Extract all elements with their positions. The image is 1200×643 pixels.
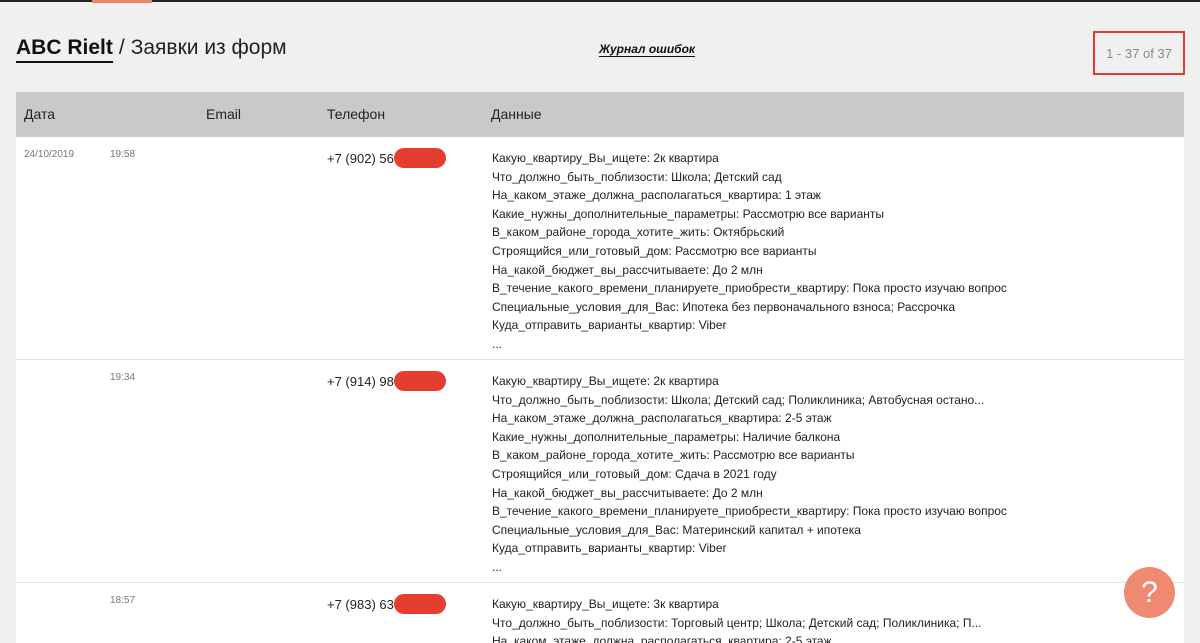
data-line: Специальные_условия_для_Вас: Материнский… — [492, 522, 861, 537]
breadcrumb-separator: / — [118, 36, 125, 59]
row-data: Какую_квартиру_Вы_ищете: 2к квартира Что… — [492, 149, 1007, 354]
row-time: 19:58 — [110, 149, 136, 160]
page: ABC Rielt / Заявки из форм Журнал ошибок… — [0, 0, 1200, 643]
data-line: На_каком_этаже_должна_располагаться_квар… — [492, 411, 832, 426]
row-data: Какую_квартиру_Вы_ищете: 3к квартира Что… — [492, 595, 981, 643]
data-line: На_каком_этаже_должна_располагаться_квар… — [492, 634, 832, 643]
breadcrumb: ABC Rielt / Заявки из форм — [16, 36, 287, 63]
data-more[interactable]: ... — [492, 558, 1007, 577]
page-title: Заявки из форм — [130, 36, 287, 59]
row-time: 19:34 — [110, 372, 136, 383]
data-line: Что_должно_быть_поблизости: Торговый цен… — [492, 615, 982, 630]
table-row[interactable]: 19:34 +7 (914) 98 Какую_квартиру_Вы_ищет… — [16, 360, 1184, 583]
table-body: 24/10/2019 19:58 +7 (902) 56 Какую_кварт… — [16, 137, 1184, 643]
data-more[interactable]: ... — [492, 335, 1007, 354]
data-line: На_каком_этаже_должна_располагаться_квар… — [492, 188, 821, 203]
pagination-text: 1 - 37 of 37 — [1106, 45, 1172, 61]
redaction-mark — [393, 594, 446, 614]
table-header: Дата Email Телефон Данные — [16, 92, 1184, 137]
data-line: Какую_квартиру_Вы_ищете: 2к квартира — [492, 374, 719, 388]
phone-number: +7 (914) 98 — [327, 373, 394, 389]
row-phone: +7 (914) 98 — [327, 371, 446, 391]
data-line: В_каком_районе_города_хотите_жить: Рассм… — [492, 448, 855, 463]
row-time: 18:57 — [110, 595, 136, 606]
data-line: Куда_отправить_варианты_квартир: Viber — [492, 541, 727, 556]
column-header-data[interactable]: Данные — [491, 106, 542, 122]
error-log-link[interactable]: Журнал ошибок — [599, 42, 696, 57]
pagination-counter: 1 - 37 of 37 — [1093, 31, 1185, 75]
data-line: Какие_нужны_дополнительные_параметры: На… — [492, 429, 841, 444]
data-line: Специальные_условия_для_Вас: Ипотека без… — [492, 299, 956, 314]
data-line: Что_должно_быть_поблизости: Школа; Детск… — [492, 392, 985, 407]
help-button[interactable]: ? — [1124, 567, 1175, 618]
question-mark-icon: ? — [1141, 575, 1158, 609]
row-date: 24/10/2019 — [24, 149, 75, 160]
data-line: Какую_квартиру_Вы_ищете: 2к квартира — [492, 151, 719, 165]
data-line: Какую_квартиру_Вы_ищете: 3к квартира — [492, 597, 719, 611]
redaction-mark — [393, 148, 446, 168]
row-phone: +7 (902) 56 — [327, 148, 446, 168]
brand-link[interactable]: ABC Rielt — [16, 36, 113, 63]
data-line: В_течение_какого_времени_планируете_прио… — [492, 504, 1007, 519]
redaction-mark — [393, 371, 446, 391]
data-line: В_каком_районе_города_хотите_жить: Октяб… — [492, 225, 785, 240]
column-header-date[interactable]: Дата — [24, 106, 55, 122]
row-phone: +7 (983) 63 — [327, 594, 446, 614]
header: ABC Rielt / Заявки из форм Журнал ошибок… — [0, 0, 1200, 92]
data-line: Строящийся_или_готовый_дом: Сдача в 2021… — [492, 466, 777, 481]
data-line: Куда_отправить_варианты_квартир: Viber — [492, 318, 727, 333]
data-line: Какие_нужны_дополнительные_параметры: Ра… — [492, 206, 884, 221]
data-line: В_течение_какого_времени_планируете_прио… — [492, 281, 1007, 296]
data-line: Строящийся_или_готовый_дом: Рассмотрю вс… — [492, 243, 817, 258]
row-data: Какую_квартиру_Вы_ищете: 2к квартира Что… — [492, 372, 1007, 577]
phone-number: +7 (902) 56 — [327, 150, 394, 166]
table-row[interactable]: 24/10/2019 19:58 +7 (902) 56 Какую_кварт… — [16, 137, 1184, 360]
column-header-email[interactable]: Email — [206, 106, 241, 122]
data-line: На_какой_бюджет_вы_рассчитываете: До 2 м… — [492, 262, 763, 277]
phone-number: +7 (983) 63 — [327, 596, 394, 612]
data-line: Что_должно_быть_поблизости: Школа; Детск… — [492, 169, 782, 184]
column-header-phone[interactable]: Телефон — [327, 106, 385, 122]
data-line: На_какой_бюджет_вы_рассчитываете: До 2 м… — [492, 485, 763, 500]
table-row[interactable]: 18:57 +7 (983) 63 Какую_квартиру_Вы_ищет… — [16, 583, 1184, 643]
